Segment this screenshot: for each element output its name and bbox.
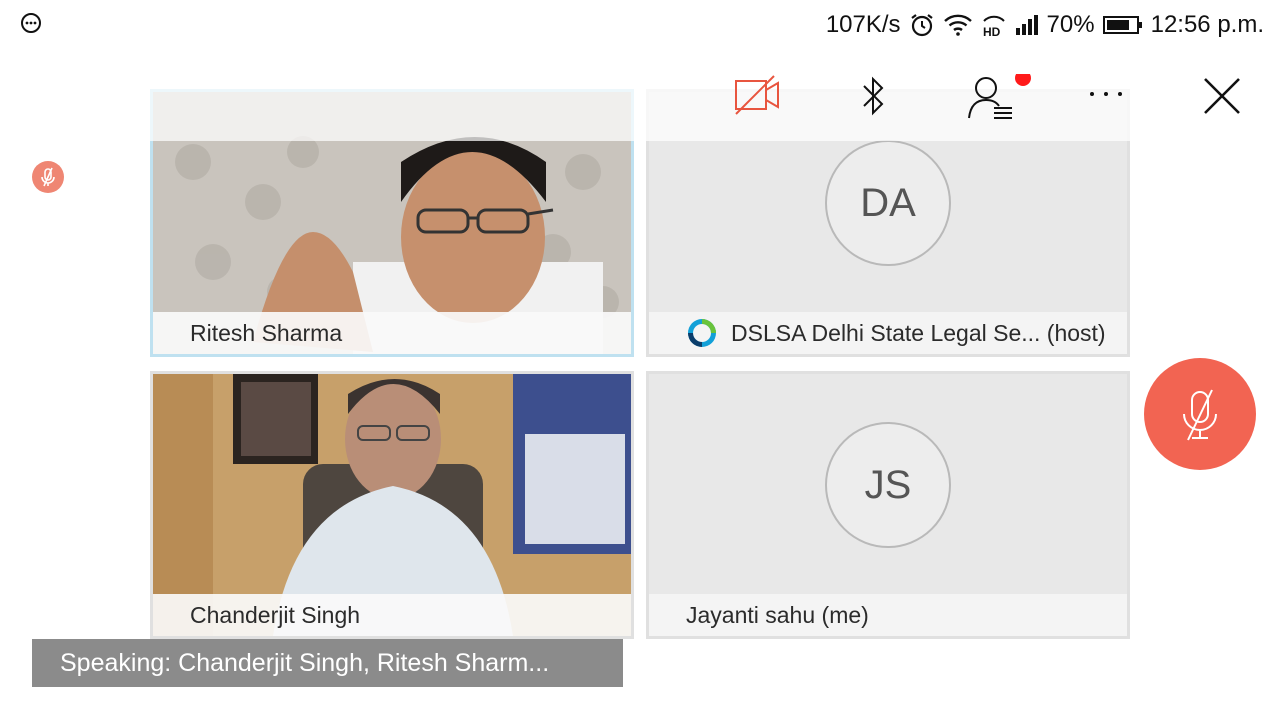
svg-text:HD: HD — [983, 25, 1001, 38]
webex-logo-icon — [688, 319, 716, 347]
participant-name: DSLSA Delhi State Legal Se... (host) — [731, 319, 1106, 346]
participant-name-bar: Chanderjit Singh — [153, 594, 631, 636]
signal-icon — [1015, 14, 1039, 36]
network-speed: 107K/s — [825, 11, 901, 38]
alarm-icon — [909, 12, 935, 38]
participants-icon[interactable] — [966, 70, 1036, 125]
close-icon[interactable] — [1198, 72, 1246, 120]
hd-icon: HD — [981, 12, 1007, 38]
participant-avatar: JS — [825, 422, 951, 548]
microphone-off-icon — [1183, 389, 1217, 441]
video-off-icon[interactable] — [734, 74, 782, 121]
participant-name: Ritesh Sharma — [190, 319, 343, 346]
participant-name-bar: Ritesh Sharma — [153, 312, 631, 354]
participant-avatar: DA — [825, 140, 951, 266]
battery-level: 70% — [1046, 11, 1095, 38]
options-icon[interactable] — [20, 12, 42, 34]
speaking-indicator: Speaking: Chanderjit Singh, Ritesh Sharm… — [32, 639, 623, 687]
participant-name: Chanderjit Singh — [190, 601, 361, 628]
participant-tile-jayanti[interactable]: JS Jayanti sahu (me) — [646, 371, 1130, 639]
participant-name: Jayanti sahu (me) — [686, 601, 869, 628]
status-bar: 107K/s HD 70% 12:56 p.m. — [826, 8, 1264, 42]
speaking-text: Speaking: Chanderjit Singh, Ritesh Sharm… — [60, 648, 550, 677]
wifi-icon — [943, 13, 973, 37]
more-icon[interactable] — [1088, 84, 1128, 109]
avatar-initials: JS — [864, 462, 912, 507]
bluetooth-icon[interactable] — [858, 74, 888, 123]
self-muted-indicator-icon — [32, 161, 64, 193]
mute-button[interactable] — [1144, 358, 1256, 470]
participant-tile-chanderjit[interactable]: Chanderjit Singh — [150, 371, 634, 639]
battery-icon — [1102, 15, 1143, 35]
participant-name-bar: Jayanti sahu (me) — [649, 594, 1127, 636]
avatar-initials: DA — [860, 180, 916, 225]
clock: 12:56 p.m. — [1150, 11, 1264, 38]
participant-name-bar: DSLSA Delhi State Legal Se... (host) — [649, 312, 1127, 354]
